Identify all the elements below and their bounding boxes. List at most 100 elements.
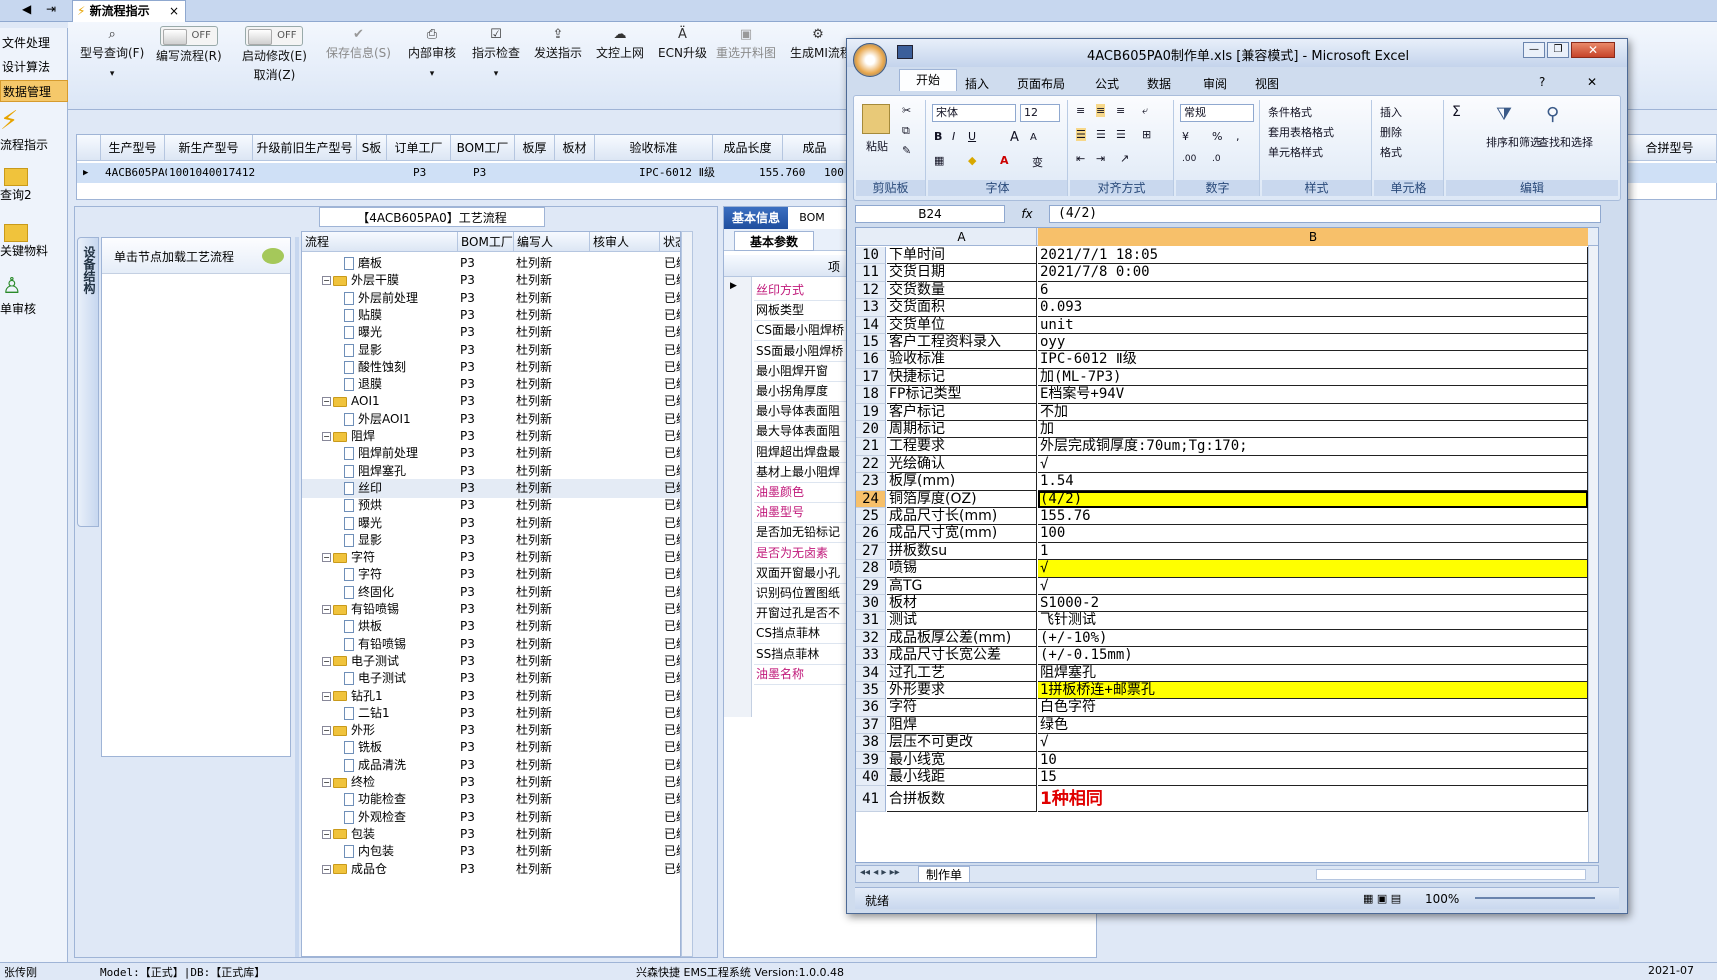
- row-number[interactable]: 24: [856, 490, 886, 508]
- cell-a[interactable]: 交货数量: [887, 281, 1037, 300]
- sheet-tab[interactable]: 制作单: [918, 866, 970, 883]
- tree-row[interactable]: − 钻孔1 P3 杜列新 已编: [302, 687, 680, 706]
- nav-query2[interactable]: 查询2: [0, 164, 68, 203]
- cell-b[interactable]: 阻焊塞孔: [1038, 664, 1588, 682]
- tree-node[interactable]: 丝印: [344, 479, 382, 498]
- tree-node[interactable]: 成品清洗: [344, 756, 406, 775]
- row-number[interactable]: 36: [856, 699, 886, 717]
- tree-node[interactable]: 显影: [344, 531, 382, 550]
- border-icon[interactable]: ▦: [934, 154, 944, 167]
- align-right-icon[interactable]: ☰: [1116, 128, 1126, 141]
- tree-scrollbar[interactable]: [681, 231, 693, 957]
- row-number[interactable]: 31: [856, 612, 886, 630]
- cell-b[interactable]: 15: [1038, 769, 1588, 787]
- cell-b[interactable]: IPC-6012 Ⅱ级: [1038, 351, 1588, 369]
- tree-row[interactable]: 功能检查 P3 杜列新 已编: [302, 790, 680, 809]
- cell-b[interactable]: √: [1038, 734, 1588, 752]
- tree-node[interactable]: 烘板: [344, 617, 382, 636]
- cell-b[interactable]: 不加: [1038, 403, 1588, 421]
- decrease-indent-icon[interactable]: ⇤: [1076, 152, 1085, 165]
- name-box[interactable]: B24: [855, 205, 1005, 223]
- collapse-icon[interactable]: −: [322, 432, 331, 441]
- col-header[interactable]: 升级前旧生产型号: [253, 135, 357, 161]
- align-center-icon[interactable]: ☰: [1096, 128, 1106, 141]
- align-bottom-icon[interactable]: ≡: [1116, 104, 1125, 117]
- tree-row[interactable]: 外层前处理 P3 杜列新 已编: [302, 289, 680, 308]
- cell[interactable]: [255, 163, 359, 183]
- tree-row[interactable]: − 有铅喷锡 P3 杜列新 已编: [302, 600, 680, 619]
- font-name-select[interactable]: 宋体: [932, 104, 1016, 122]
- cell-b[interactable]: √: [1038, 455, 1588, 474]
- ribbon-tab-data[interactable]: 数据: [1147, 75, 1171, 92]
- row-number[interactable]: 33: [856, 647, 886, 665]
- cell-b[interactable]: 白色字符: [1038, 699, 1588, 717]
- tab-new-process[interactable]: ⚡ 新流程指示 ×: [72, 0, 186, 22]
- collapse-icon[interactable]: −: [322, 691, 331, 701]
- row-number[interactable]: 30: [856, 595, 886, 613]
- splitter[interactable]: [295, 237, 299, 957]
- col-header[interactable]: 成品长度: [713, 135, 783, 161]
- ribbon-tab-home[interactable]: 开始: [899, 69, 957, 91]
- cell-a[interactable]: 喷锡: [887, 560, 1037, 578]
- align-top-icon[interactable]: ≡: [1076, 104, 1085, 117]
- fill-color-icon[interactable]: ◆: [968, 154, 976, 167]
- save-icon[interactable]: [897, 45, 913, 59]
- collapse-icon[interactable]: −: [322, 656, 331, 666]
- cell-b[interactable]: 1种相同: [1038, 786, 1588, 813]
- phonetic-icon[interactable]: 变: [1032, 154, 1043, 170]
- cell-a[interactable]: 成品板厚公差(mm): [887, 629, 1037, 648]
- cell-b[interactable]: oyy: [1038, 334, 1588, 352]
- tree-row[interactable]: 曝光 P3 杜列新 已编: [302, 323, 680, 342]
- col-header[interactable]: S板: [357, 135, 387, 161]
- instruction-check-button[interactable]: ☑ 指示检查 ▾: [472, 26, 520, 79]
- tree-node[interactable]: 退膜: [344, 375, 382, 394]
- vertical-scrollbar[interactable]: [1588, 246, 1598, 862]
- cell-a[interactable]: 铜箔厚度(OZ): [887, 490, 1037, 508]
- tree-row[interactable]: 字符 P3 杜列新 已编: [302, 565, 680, 584]
- tree-row[interactable]: 显影 P3 杜列新 已编: [302, 341, 680, 360]
- tree-row[interactable]: 电子测试 P3 杜列新 已编: [302, 669, 680, 688]
- cell-b[interactable]: 2021/7/8 0:00: [1038, 264, 1588, 282]
- cell-styles-button[interactable]: 单元格样式: [1268, 144, 1323, 160]
- tree-node[interactable]: 内包装: [344, 842, 394, 861]
- ribbon-close-icon[interactable]: ✕: [1587, 75, 1597, 89]
- tree-row[interactable]: 成品清洗 P3 杜列新 已编: [302, 756, 680, 775]
- row-number[interactable]: 40: [856, 769, 886, 787]
- align-left-icon[interactable]: ☰: [1076, 128, 1086, 141]
- collapse-icon[interactable]: −: [322, 605, 331, 614]
- col-header[interactable]: 订单工厂: [387, 135, 451, 161]
- tree-node[interactable]: − 成品仓: [322, 860, 387, 879]
- underline-icon[interactable]: U: [968, 130, 976, 143]
- cell[interactable]: P3: [411, 163, 451, 183]
- nav-data-management[interactable]: 数据管理: [0, 80, 68, 102]
- tree-row[interactable]: 退膜 P3 杜列新 已编: [302, 375, 680, 394]
- merge-icon[interactable]: ⊞: [1142, 128, 1151, 141]
- tree-row[interactable]: 外观检查 P3 杜列新 已编: [302, 808, 680, 827]
- model-query-button[interactable]: ⌕ 型号查询(F) ▾: [80, 26, 144, 79]
- cell-b[interactable]: 100: [1038, 525, 1588, 543]
- cell-a[interactable]: 成品尺寸宽(mm): [887, 525, 1037, 543]
- sort-filter-icon[interactable]: ⧩: [1496, 104, 1512, 125]
- increase-indent-icon[interactable]: ⇥: [1096, 152, 1105, 165]
- cell-b[interactable]: 外层完成铜厚度:70um;Tg:170;: [1038, 438, 1588, 456]
- close-icon[interactable]: ✕: [1571, 42, 1615, 58]
- cell-a[interactable]: 测试: [887, 612, 1037, 630]
- cell-a[interactable]: 最小线宽: [887, 751, 1037, 769]
- font-color-icon[interactable]: A: [1000, 154, 1009, 167]
- write-process-toggle[interactable]: OFF 编写流程(R): [156, 26, 222, 66]
- cell-a[interactable]: 过孔工艺: [887, 664, 1037, 682]
- help-icon[interactable]: ?: [1539, 75, 1545, 89]
- cell-b[interactable]: 155.76: [1038, 508, 1588, 526]
- collapse-icon[interactable]: −: [322, 553, 331, 563]
- row-number[interactable]: 21: [856, 438, 886, 456]
- cell-b[interactable]: √: [1038, 577, 1588, 595]
- row-number[interactable]: 19: [856, 403, 886, 421]
- cell-a[interactable]: 成品尺寸长宽公差: [887, 647, 1037, 665]
- row-number[interactable]: 18: [856, 386, 886, 404]
- format-as-table-button[interactable]: 套用表格格式: [1268, 124, 1334, 140]
- cell-a[interactable]: 阻焊: [887, 716, 1037, 735]
- cell-a[interactable]: 合拼板数: [887, 786, 1037, 813]
- font-size-select[interactable]: 12: [1020, 104, 1060, 122]
- tree-node[interactable]: 功能检查: [344, 790, 406, 809]
- row-number[interactable]: 25: [856, 508, 886, 526]
